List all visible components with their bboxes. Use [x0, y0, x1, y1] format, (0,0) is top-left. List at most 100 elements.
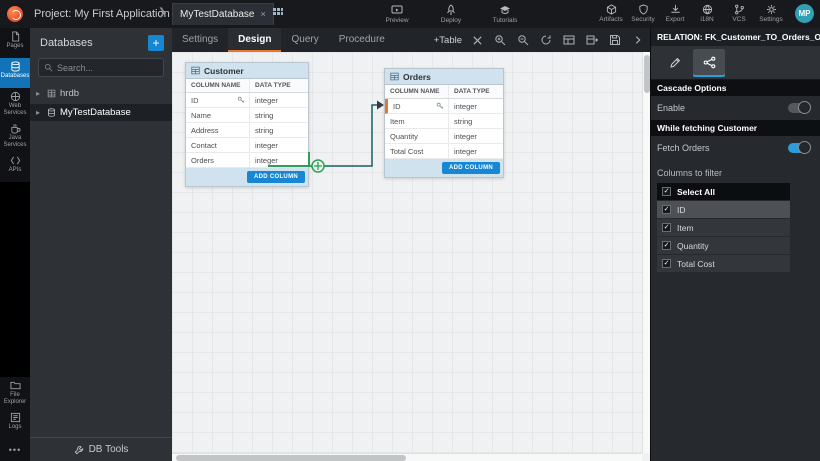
column-row-name[interactable]: Name string [186, 108, 308, 123]
filter-row-id[interactable]: ✓ ID [657, 201, 790, 218]
tutorials-button[interactable]: Tutorials [486, 2, 524, 24]
delete-icon[interactable] [469, 32, 485, 48]
relation-title: RELATION: FK_Customer_TO_Orders_O... [651, 28, 820, 46]
entity-header[interactable]: Orders [385, 69, 503, 85]
zoom-out-icon[interactable] [515, 32, 531, 48]
tree-item-label: MyTestDatabase [60, 107, 131, 118]
table-icon [390, 72, 399, 81]
tree-item-mytestdatabase[interactable]: ▸ MyTestDatabase [30, 104, 172, 121]
close-tab-icon[interactable]: × [260, 10, 265, 19]
zoom-in-icon[interactable] [492, 32, 508, 48]
i18n-button[interactable]: i18N [694, 2, 720, 23]
logs-icon [10, 412, 21, 423]
tab-settings[interactable]: Settings [172, 28, 228, 52]
edit-relation-tab[interactable] [659, 49, 691, 77]
rail-item-file-explorer[interactable]: File Explorer [0, 377, 30, 409]
left-rail: Pages Databases Web Services Java Servic… [0, 28, 30, 461]
column-row-total-cost[interactable]: Total Cost integer [385, 144, 503, 159]
open-tab-mytestdatabase[interactable]: MyTestDatabase × [172, 3, 274, 25]
add-column-button[interactable]: ADD COLUMN [247, 171, 305, 183]
enable-row: Enable [651, 96, 820, 120]
filter-row-item[interactable]: ✓ Item [657, 219, 790, 236]
entity-card-orders[interactable]: Orders COLUMN NAME DATA TYPE ID integer … [384, 68, 504, 178]
caret-icon[interactable]: ▸ [36, 89, 43, 98]
collapse-panel-chevron-icon[interactable] [630, 32, 646, 48]
rail-item-databases[interactable]: Databases [0, 58, 30, 88]
cascade-options-header: Cascade Options [651, 80, 820, 96]
relation-settings-tab[interactable] [693, 49, 725, 77]
db-tools-label: DB Tools [89, 444, 129, 455]
column-type: integer [449, 129, 503, 143]
tree-item-label: hrdb [60, 88, 79, 99]
rail-item-pages[interactable]: Pages [0, 28, 30, 58]
security-button[interactable]: Security [630, 2, 656, 23]
checkbox-checked-icon[interactable]: ✓ [662, 223, 671, 232]
caret-icon[interactable]: ▸ [36, 108, 43, 117]
tab-query[interactable]: Query [281, 28, 328, 52]
search-box[interactable] [38, 58, 164, 77]
deploy-icon [445, 2, 457, 16]
add-table-button[interactable]: +Table [434, 35, 462, 46]
checkbox-checked-icon[interactable]: ✓ [662, 241, 671, 250]
filter-row-select-all[interactable]: ✓ Select All [657, 183, 790, 200]
preview-icon [391, 2, 403, 16]
db-tools-button[interactable]: DB Tools [30, 437, 172, 461]
vcs-button[interactable]: VCS [726, 2, 752, 23]
column-row-orders[interactable]: Orders integer [186, 153, 308, 168]
horizontal-scrollbar[interactable] [172, 453, 642, 461]
user-avatar[interactable]: MP [795, 4, 814, 23]
security-label: Security [631, 16, 654, 23]
add-database-button[interactable]: + [148, 35, 164, 51]
table-edit-icon[interactable] [561, 32, 577, 48]
rail-item-web-services[interactable]: Web Services [0, 88, 30, 120]
vertical-scrollbar[interactable] [642, 52, 650, 453]
artifacts-button[interactable]: Artifacts [598, 2, 624, 23]
checkbox-checked-icon[interactable]: ✓ [662, 187, 671, 196]
branch-icon [734, 2, 745, 15]
rail-item-java-services[interactable]: Java Services [0, 120, 30, 152]
search-input[interactable] [57, 63, 158, 73]
filter-row-quantity[interactable]: ✓ Quantity [657, 237, 790, 254]
app-logo-icon[interactable] [7, 6, 23, 22]
design-toolbar: Settings Design Query Procedure +Table [172, 28, 650, 52]
save-icon[interactable] [607, 32, 623, 48]
checkbox-checked-icon[interactable]: ✓ [662, 259, 671, 268]
export-button[interactable]: Export [662, 2, 688, 23]
tab-title: MyTestDatabase [180, 9, 254, 20]
tab-design[interactable]: Design [228, 28, 281, 52]
export-icon [670, 2, 681, 15]
column-row-id[interactable]: ID integer [385, 99, 503, 114]
deploy-button[interactable]: Deploy [432, 2, 470, 24]
filter-row-total-cost[interactable]: ✓ Total Cost [657, 255, 790, 272]
chevron-right-icon[interactable]: ❯ [158, 7, 166, 18]
scrollbar-thumb[interactable] [176, 455, 406, 461]
column-row-contact[interactable]: Contact integer [186, 138, 308, 153]
column-type: string [250, 123, 308, 137]
checkbox-checked-icon[interactable]: ✓ [662, 205, 671, 214]
enable-toggle[interactable] [788, 103, 810, 113]
add-column-button[interactable]: ADD COLUMN [442, 162, 500, 174]
schema-canvas[interactable]: Customer COLUMN NAME DATA TYPE ID intege… [172, 52, 650, 461]
refresh-icon[interactable] [538, 32, 554, 48]
rail-item-logs[interactable]: Logs [0, 409, 30, 439]
relation-panel: RELATION: FK_Customer_TO_Orders_O... Cas… [650, 28, 820, 461]
apps-grid-icon[interactable] [272, 7, 284, 19]
column-row-quantity[interactable]: Quantity integer [385, 129, 503, 144]
settings-button[interactable]: Settings [758, 2, 784, 23]
column-headers: COLUMN NAME DATA TYPE [186, 79, 308, 93]
column-row-item[interactable]: Item string [385, 114, 503, 129]
table-export-icon[interactable] [584, 32, 600, 48]
tree-item-hrdb[interactable]: ▸ hrdb [30, 85, 172, 102]
i18n-label: i18N [700, 16, 713, 23]
rail-more-icon[interactable]: ••• [0, 439, 30, 461]
rail-item-apis[interactable]: APIs [0, 152, 30, 182]
entity-header[interactable]: Customer [186, 63, 308, 79]
rail-label: Pages [6, 43, 23, 50]
entity-card-customer[interactable]: Customer COLUMN NAME DATA TYPE ID intege… [185, 62, 309, 187]
tab-procedure[interactable]: Procedure [329, 28, 395, 52]
enable-label: Enable [657, 103, 685, 113]
preview-button[interactable]: Preview [378, 2, 416, 24]
column-row-id[interactable]: ID integer [186, 93, 308, 108]
fetch-orders-toggle[interactable] [788, 143, 810, 153]
column-row-address[interactable]: Address string [186, 123, 308, 138]
